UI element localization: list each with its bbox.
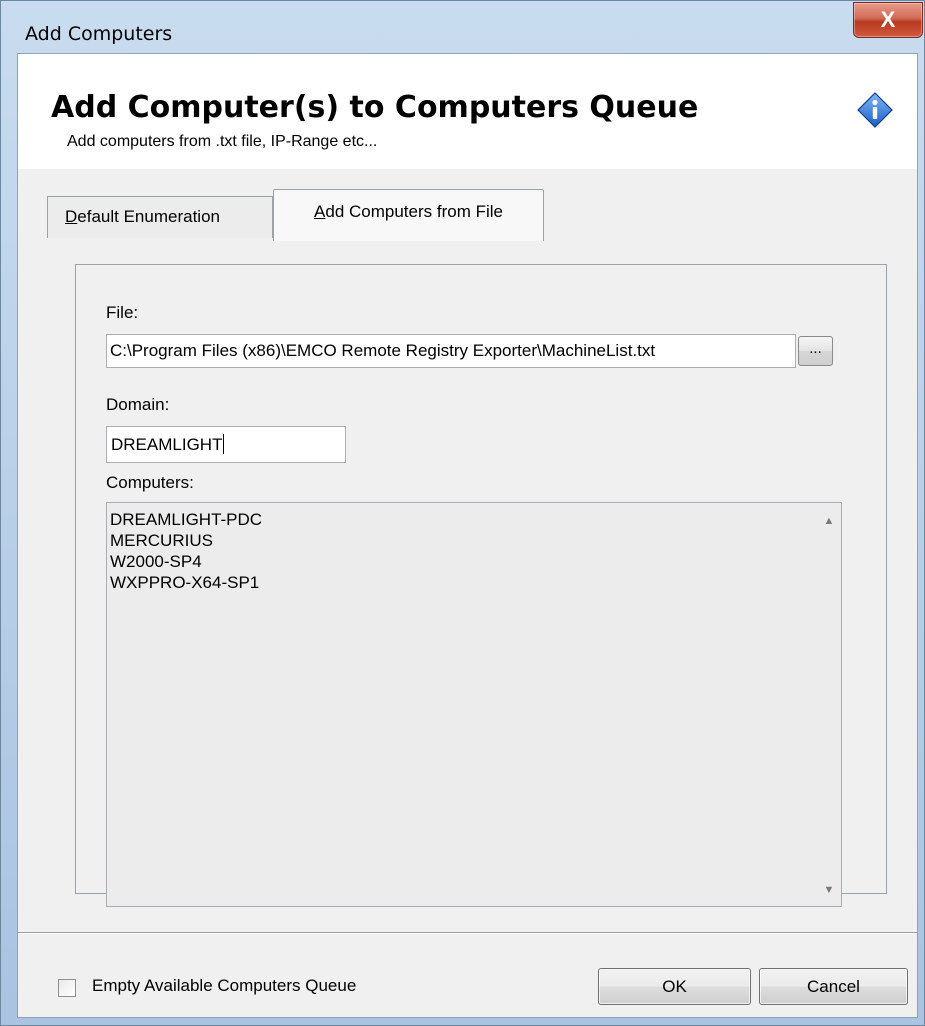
cancel-button[interactable]: Cancel <box>759 968 908 1005</box>
list-item: W2000-SP4 <box>110 552 202 571</box>
add-computers-window: Add Computers X Add Computer(s) to Compu… <box>0 0 925 1026</box>
scroll-up-icon[interactable]: ▲ <box>822 515 836 527</box>
title-bar[interactable]: Add Computers X <box>1 1 924 45</box>
computers-label: Computers: <box>106 473 194 492</box>
tab-default-enumeration-label: Default Enumeration <box>65 207 220 226</box>
tab-add-computers-from-file-label: Add Computers from File <box>314 202 503 221</box>
browse-button[interactable]: ... <box>798 336 833 366</box>
close-icon: X <box>880 7 896 32</box>
domain-value: DREAMLIGHT <box>111 435 223 454</box>
list-item: WXPPRO-X64-SP1 <box>110 573 260 592</box>
list-item: MERCURIUS <box>110 531 213 550</box>
header-banner: Add Computer(s) to Computers Queue Add c… <box>18 54 917 169</box>
ok-button[interactable]: OK <box>598 968 751 1005</box>
domain-input[interactable]: DREAMLIGHT <box>106 426 346 463</box>
page-subtitle: Add computers from .txt file, IP-Range e… <box>67 133 378 150</box>
footer-divider-highlight <box>18 933 917 934</box>
dialog-client-area: Add Computer(s) to Computers Queue Add c… <box>17 53 918 1018</box>
empty-queue-checkbox[interactable] <box>58 979 76 997</box>
empty-queue-label[interactable]: Empty Available Computers Queue <box>92 976 356 996</box>
file-label: File: <box>106 303 139 322</box>
computers-textarea[interactable]: DREAMLIGHT-PDC MERCURIUS W2000-SP4 WXPPR… <box>106 502 842 907</box>
computers-list: DREAMLIGHT-PDC MERCURIUS W2000-SP4 WXPPR… <box>110 509 262 593</box>
window-title: Add Computers <box>25 23 173 45</box>
close-button[interactable]: X <box>853 2 923 38</box>
tab-default-enumeration[interactable]: Default Enumeration <box>47 196 273 238</box>
scroll-down-icon[interactable]: ▼ <box>822 884 836 896</box>
info-icon <box>857 92 893 128</box>
domain-label: Domain: <box>106 395 170 414</box>
file-path-input[interactable]: C:\Program Files (x86)\EMCO Remote Regis… <box>106 334 796 368</box>
tab-add-computers-from-file[interactable]: Add Computers from File <box>273 189 544 241</box>
list-item: DREAMLIGHT-PDC <box>110 510 263 529</box>
page-title: Add Computer(s) to Computers Queue <box>51 90 699 125</box>
